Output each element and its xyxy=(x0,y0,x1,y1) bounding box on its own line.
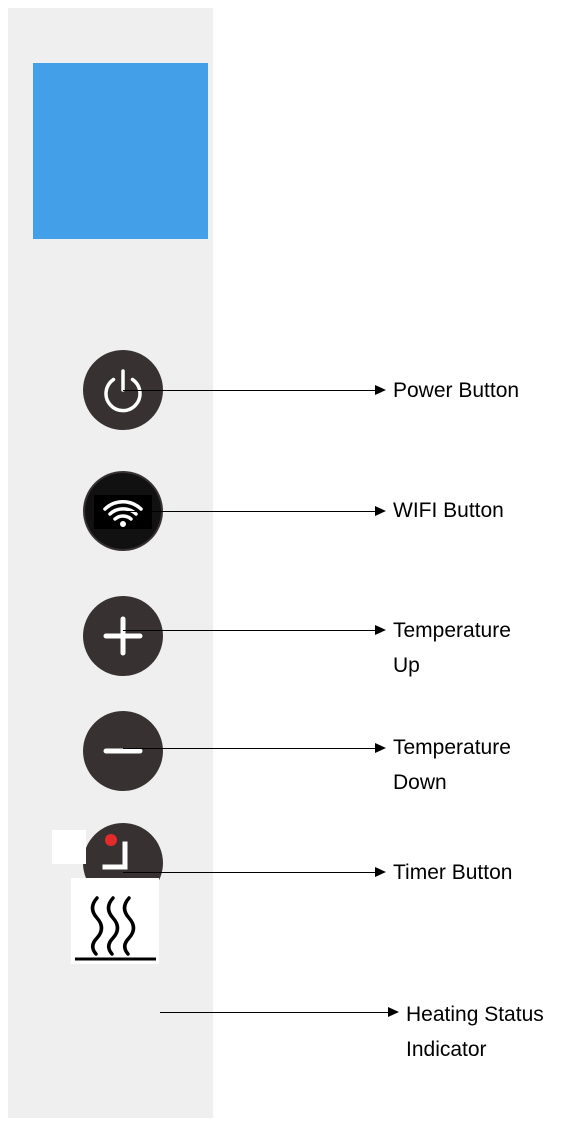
display-screen xyxy=(33,63,208,239)
wifi-arrowhead xyxy=(375,506,386,516)
power-button-label: Power Button xyxy=(393,379,520,402)
power-leader-line xyxy=(123,390,377,391)
control-panel xyxy=(8,8,213,1118)
temperature-down-label: Temperature Down xyxy=(393,736,511,794)
minus-icon xyxy=(103,748,143,754)
timer-button-label: Timer Button xyxy=(393,861,513,884)
heating-status-indicator xyxy=(71,878,159,964)
temperature-up-button[interactable] xyxy=(83,596,163,676)
timer-arrowhead xyxy=(375,867,386,877)
temperature-down-arrowhead xyxy=(375,743,386,753)
status-dot xyxy=(105,834,117,846)
wifi-leader-line xyxy=(123,511,377,512)
temperature-down-button[interactable] xyxy=(83,711,163,791)
temperature-up-arrowhead xyxy=(375,625,386,635)
heating-status-label: Heating Status Indicator xyxy=(406,1003,544,1061)
temperature-down-leader-line xyxy=(123,748,377,749)
heating-arrowhead xyxy=(388,1007,399,1017)
heating-leader-line xyxy=(160,1012,390,1013)
status-square xyxy=(52,830,86,864)
timer-leader-line xyxy=(123,872,377,873)
temperature-up-leader-line xyxy=(123,630,377,631)
temperature-up-label: Temperature Up xyxy=(393,619,511,677)
heating-waves-icon xyxy=(75,896,156,961)
plus-icon xyxy=(103,616,143,656)
power-arrowhead xyxy=(375,385,386,395)
wifi-button-label: WIFI Button xyxy=(393,499,504,522)
